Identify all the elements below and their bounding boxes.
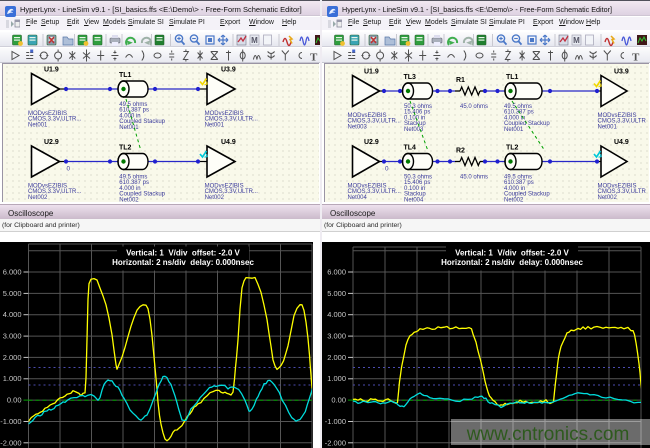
svg-text:U2.9: U2.9	[44, 139, 59, 146]
svg-text:0: 0	[385, 166, 389, 173]
svg-text:U4.9: U4.9	[221, 139, 236, 146]
svg-text:0.00: 0.00	[7, 396, 22, 405]
svg-text:R2: R2	[456, 148, 465, 155]
svg-text:Net001: Net001	[119, 125, 139, 131]
svg-text:6.000: 6.000	[327, 268, 346, 277]
svg-text:Net004: Net004	[348, 195, 368, 201]
svg-text:2.000: 2.000	[3, 353, 22, 362]
svg-text:R1: R1	[456, 77, 465, 84]
svg-text:TL3: TL3	[404, 74, 417, 81]
svg-text:4.000: 4.000	[327, 310, 346, 319]
svg-text:Horizontal: 2 ns/div delay: 0: Horizontal: 2 ns/div delay: 0.000nsec	[441, 258, 583, 267]
svg-text:M: M	[573, 36, 580, 45]
svg-text:3.000: 3.000	[327, 332, 346, 341]
svg-text:U1.9: U1.9	[44, 67, 59, 74]
svg-text:-2.000: -2.000	[0, 438, 21, 447]
svg-text:3.000: 3.000	[3, 332, 22, 341]
svg-text:Net002: Net002	[205, 195, 225, 201]
svg-text:-2.000: -2.000	[325, 438, 346, 447]
svg-text:TL4: TL4	[404, 145, 417, 152]
svg-text:4.000: 4.000	[3, 310, 22, 319]
svg-text:U3.9: U3.9	[221, 67, 236, 74]
svg-text:TL1: TL1	[119, 72, 132, 79]
svg-text:Net001: Net001	[504, 127, 524, 133]
svg-text:Net001: Net001	[28, 122, 48, 128]
svg-text:-1.000: -1.000	[325, 417, 346, 426]
svg-text:Horizontal: 2 ns/div delay: 0: Horizontal: 2 ns/div delay: 0.000nsec	[112, 258, 254, 267]
svg-text:6.000: 6.000	[3, 268, 22, 277]
svg-text:0: 0	[67, 166, 71, 173]
svg-text:TL2: TL2	[119, 145, 132, 152]
svg-text:TL1: TL1	[506, 74, 519, 81]
svg-text:Net002: Net002	[119, 197, 139, 202]
svg-text:1.000: 1.000	[327, 374, 346, 383]
svg-text:1.000: 1.000	[3, 374, 22, 383]
svg-text:U2.9: U2.9	[364, 139, 379, 146]
svg-text:Net004: Net004	[404, 197, 424, 202]
svg-text:45.0 ohms: 45.0 ohms	[460, 104, 488, 110]
svg-text:Vertical: 1 V/div offset: -2: Vertical: 1 V/div offset: -2.0 V	[455, 249, 569, 258]
svg-text:Net003: Net003	[348, 124, 368, 130]
svg-text:Net001: Net001	[598, 124, 618, 130]
svg-text:Vertical: 1 V/div offset: -2: Vertical: 1 V/div offset: -2.0 V	[126, 249, 240, 258]
svg-text:Net002: Net002	[504, 197, 524, 202]
svg-text:www.cntronics.com: www.cntronics.com	[466, 424, 630, 445]
svg-text:2.000: 2.000	[327, 353, 346, 362]
svg-text:-1.000: -1.000	[0, 417, 21, 426]
svg-text:45.0 ohms: 45.0 ohms	[460, 175, 488, 181]
svg-text:5.000: 5.000	[3, 289, 22, 298]
svg-text:U4.9: U4.9	[614, 139, 629, 146]
svg-text:Net002: Net002	[598, 195, 618, 201]
svg-text:TL2: TL2	[506, 145, 519, 152]
svg-text:Net002: Net002	[28, 195, 48, 201]
svg-text:M: M	[251, 36, 258, 45]
svg-text:5.000: 5.000	[327, 289, 346, 298]
svg-text:0.00: 0.00	[331, 396, 346, 405]
svg-text:U1.9: U1.9	[364, 69, 379, 76]
svg-text:U3.9: U3.9	[614, 69, 629, 76]
svg-text:Net001: Net001	[205, 122, 225, 128]
